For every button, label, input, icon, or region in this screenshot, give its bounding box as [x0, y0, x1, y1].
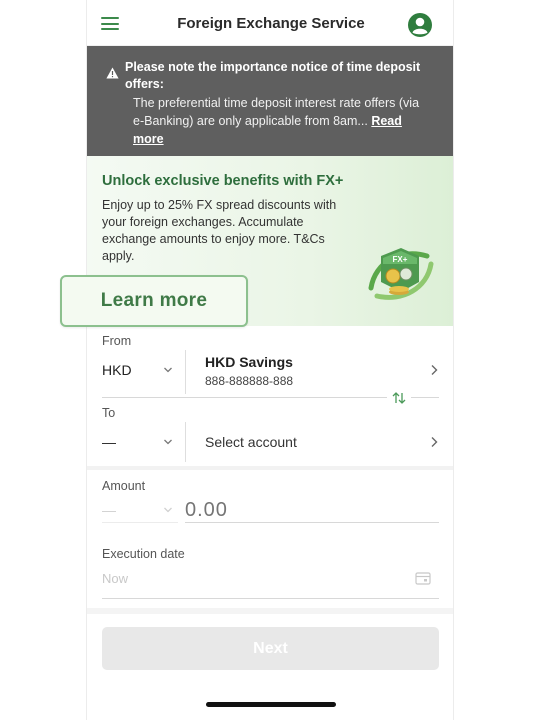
swap-icon[interactable] — [391, 391, 407, 405]
chevron-down-icon[interactable] — [163, 505, 173, 515]
to-currency-select[interactable]: — — [102, 434, 116, 450]
from-divider — [185, 350, 186, 394]
amount-currency-underline — [102, 522, 178, 523]
notice-title: Please note the importance notice of tim… — [125, 60, 421, 91]
execution-date-label: Execution date — [102, 547, 185, 561]
to-label: To — [102, 406, 116, 420]
page-title: Foreign Exchange Service — [177, 15, 365, 32]
notice-body: The preferential time deposit interest r… — [133, 94, 433, 148]
promo-title: Unlock exclusive benefits with FX+ — [102, 173, 344, 189]
chevron-down-icon[interactable] — [163, 437, 173, 447]
calendar-icon[interactable] — [415, 571, 431, 585]
warning-icon — [106, 67, 119, 79]
fx-graphic-label: FX+ — [393, 255, 408, 264]
chevron-right-icon[interactable] — [430, 364, 438, 376]
execution-date-field[interactable]: Now — [102, 571, 128, 586]
home-indicator — [206, 702, 336, 707]
fx-plus-graphic-icon: FX+ — [368, 248, 434, 300]
learn-more-button[interactable]: Learn more — [60, 275, 248, 327]
amount-currency-select[interactable]: — — [102, 502, 116, 518]
section-divider — [87, 608, 453, 614]
app-header: Foreign Exchange Service — [87, 0, 453, 46]
user-profile-icon[interactable] — [407, 12, 433, 38]
amount-label: Amount — [102, 479, 146, 493]
amount-input[interactable] — [185, 498, 437, 522]
from-account-name[interactable]: HKD Savings — [205, 354, 293, 370]
select-account-field[interactable]: Select account — [205, 434, 297, 450]
execution-date-underline — [102, 598, 439, 599]
chevron-down-icon[interactable] — [163, 365, 173, 375]
app-screen: Foreign Exchange Service Please note the… — [86, 0, 454, 720]
from-underline-right — [411, 397, 439, 398]
from-currency-select[interactable]: HKD — [102, 362, 132, 378]
chevron-right-icon[interactable] — [430, 436, 438, 448]
to-divider — [185, 422, 186, 462]
section-divider — [87, 466, 453, 470]
promo-text: Enjoy up to 25% FX spread discounts with… — [102, 198, 337, 263]
from-underline — [102, 397, 387, 398]
important-notice-banner: Please note the importance notice of tim… — [87, 46, 453, 156]
from-account-number: 888-888888-888 — [205, 374, 294, 388]
amount-underline — [185, 522, 439, 523]
from-label: From — [102, 334, 132, 348]
next-button[interactable]: Next — [102, 627, 439, 670]
